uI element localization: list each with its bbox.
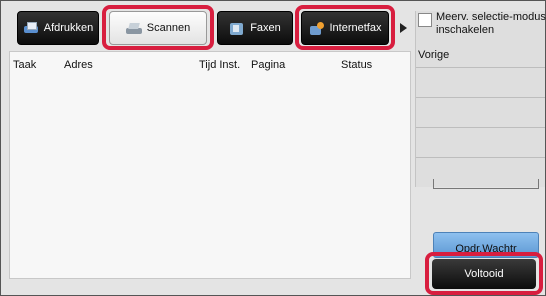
multi-select-label: Meerv. selectie-modus inschakelen xyxy=(436,11,546,36)
internet-fax-icon xyxy=(309,21,325,35)
scanner-icon xyxy=(125,22,142,35)
tab-print-label: Afdrukken xyxy=(43,22,94,34)
column-header-page: Pagina xyxy=(251,59,286,71)
column-header-address: Adres xyxy=(64,59,93,71)
job-list[interactable] xyxy=(9,51,411,279)
multi-select-checkbox[interactable] xyxy=(418,13,432,27)
scroll-right-arrow-icon[interactable] xyxy=(400,23,407,33)
panel-divider xyxy=(416,127,545,128)
column-header-time: Tijd Inst. xyxy=(199,59,241,71)
complete-button[interactable]: Voltooid xyxy=(432,259,536,289)
panel-divider xyxy=(416,97,545,98)
column-header-status: Status xyxy=(341,59,373,71)
fax-icon xyxy=(229,22,245,35)
panel-divider xyxy=(416,67,545,68)
tab-scan-label: Scannen xyxy=(146,22,191,34)
tab-scan[interactable]: Scannen xyxy=(109,11,207,45)
job-queue-button[interactable]: Opdr.Wachtr xyxy=(433,232,539,258)
panel-divider xyxy=(416,157,545,158)
tab-print[interactable]: Afdrukken xyxy=(17,11,99,45)
tab-fax[interactable]: Faxen xyxy=(217,11,293,45)
tab-fax-label: Faxen xyxy=(250,22,281,34)
printer-icon xyxy=(23,21,39,35)
tab-internetfax[interactable]: Internetfax xyxy=(301,11,389,45)
previous-button[interactable]: Vorige xyxy=(418,49,449,61)
tab-internetfax-label: Internetfax xyxy=(329,22,382,34)
panel-bracket xyxy=(433,179,539,189)
job-status-screen: Afdrukken Scannen Faxen Internetfax Taak… xyxy=(0,0,546,296)
column-header-job: Taak xyxy=(13,59,37,71)
multi-select-toggle[interactable]: Meerv. selectie-modus inschakelen xyxy=(418,11,546,43)
